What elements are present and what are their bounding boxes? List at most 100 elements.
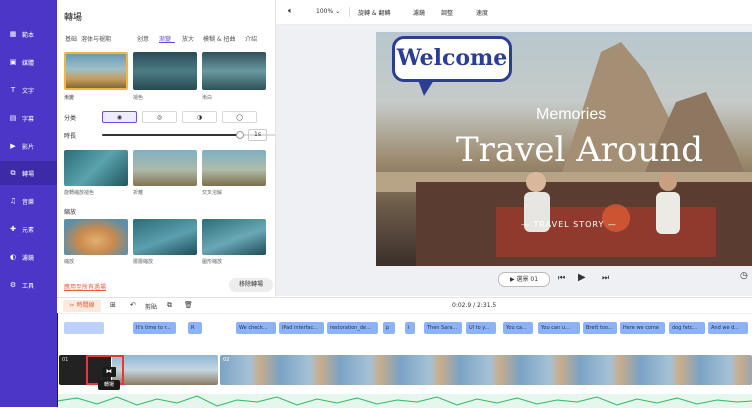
- volume-icon[interactable]: 🔈︎: [288, 6, 293, 16]
- subtitle-chip[interactable]: restoration_de...: [327, 322, 378, 334]
- video-clip[interactable]: 02: [220, 355, 752, 385]
- ruler-line: [57, 313, 752, 314]
- thumb-caption: 層層縮放: [133, 259, 154, 265]
- video-preview[interactable]: Welcome Memories Travel Around — TRAVEL …: [376, 32, 752, 266]
- transition-thumb-fade-color[interactable]: [133, 52, 197, 90]
- subtitle-chip[interactable]: It's time to r...: [133, 322, 176, 334]
- next-icon[interactable]: ⏭: [602, 273, 609, 283]
- split-button[interactable]: ✂ 時間線: [63, 300, 101, 312]
- subtitle-chip[interactable]: [64, 322, 104, 334]
- subtitle-chip[interactable]: iPad interfac...: [279, 322, 324, 334]
- transition-thumb-shape-zoom[interactable]: [202, 219, 266, 255]
- title-line-1: Memories: [536, 106, 607, 123]
- sidebar-item-filter[interactable]: ◐ 濾鏡: [0, 245, 57, 269]
- subtitle-chip[interactable]: You can u...: [538, 322, 580, 334]
- duration-value[interactable]: 1s: [248, 129, 267, 141]
- direction-option-1[interactable]: ◉: [102, 111, 137, 123]
- clock-icon[interactable]: ◷: [740, 271, 748, 281]
- transition-thumb-rotate-zoom[interactable]: [64, 150, 128, 186]
- clip-number: 01: [62, 357, 69, 363]
- tab-creative[interactable]: 创意: [137, 34, 149, 43]
- thumb-caption: 交叉溶解: [202, 190, 223, 196]
- left-sidebar: ▦ 範本 ▣ 媒體 T 文字 ▤ 字幕 ▶ 影片 ⧉ 轉場 ♫ 音樂 ✚ 元素 ◐ 濾鏡 ⚙ 工具: [0, 0, 57, 407]
- adjust-button[interactable]: 調整: [441, 8, 453, 17]
- subtitle-chip[interactable]: Here we come: [620, 322, 665, 334]
- video-clip[interactable]: [112, 355, 218, 385]
- template-icon: ▦: [9, 30, 17, 38]
- title-line-2: Travel Around: [456, 130, 704, 170]
- transition-thumb-cross-dissolve[interactable]: [202, 150, 266, 186]
- thumb-caption: 縮放: [64, 259, 75, 265]
- sidebar-item-tools[interactable]: ⚙ 工具: [0, 273, 57, 297]
- sidebar-item-media[interactable]: ▣ 媒體: [0, 50, 57, 74]
- video-icon: ▶: [10, 142, 16, 150]
- duration-label: 時長: [64, 133, 77, 140]
- sidebar-item-text[interactable]: T 文字: [0, 78, 57, 102]
- previous-icon[interactable]: ⏮: [558, 273, 565, 283]
- transition-thumb-zoom[interactable]: [64, 219, 128, 255]
- speed-button[interactable]: 速度: [476, 8, 488, 17]
- circle-icon: ◉: [116, 113, 123, 121]
- subtitle-chip[interactable]: Then Sara...: [424, 322, 462, 334]
- sidebar-item-music[interactable]: ♫ 音樂: [0, 189, 57, 213]
- rotate-flip-button[interactable]: 旋轉 & 翻轉: [358, 8, 391, 17]
- sidebar-item-elements[interactable]: ✚ 元素: [0, 217, 57, 241]
- duration-slider-handle[interactable]: [236, 131, 244, 139]
- transition-icon[interactable]: ⧓: [102, 367, 116, 377]
- thumb-caption: 折離: [133, 190, 144, 196]
- clip-number: 02: [223, 357, 230, 363]
- transition-thumb-fold[interactable]: [133, 150, 197, 186]
- divider: [349, 7, 350, 17]
- direction-label: 分类: [64, 115, 77, 122]
- tab-basic[interactable]: 基础: [65, 34, 77, 43]
- filter-button[interactable]: 濾鏡: [413, 8, 425, 17]
- direction-option-4[interactable]: ◯: [222, 111, 257, 123]
- zoom-select[interactable]: 100% ⌄: [316, 8, 340, 15]
- clip-select-button[interactable]: ▶ 選景 01: [498, 272, 550, 287]
- sidebar-item-transition[interactable]: ⧉ 轉場: [0, 161, 57, 185]
- copy-icon[interactable]: ⧉: [167, 301, 172, 310]
- subtitle-chip[interactable]: p: [383, 322, 395, 334]
- thumb-caption: 旋轉縮放褪色: [64, 190, 95, 196]
- add-icon[interactable]: ⊞: [110, 301, 116, 309]
- subtitle-chip[interactable]: i: [405, 322, 415, 334]
- text-icon: T: [10, 86, 16, 94]
- subtitle-chip[interactable]: dog fetc...: [669, 322, 705, 334]
- direction-option-3[interactable]: ◑: [182, 111, 217, 123]
- transition-thumb-layer-zoom[interactable]: [133, 219, 197, 255]
- thumb-caption: 漸變: [64, 95, 75, 101]
- media-icon: ▣: [9, 58, 17, 66]
- direction-option-2[interactable]: ◎: [142, 111, 177, 123]
- subtitle-chip[interactable]: And we d...: [708, 322, 748, 334]
- tab-zoom[interactable]: 放大: [182, 34, 194, 43]
- remove-transition-button[interactable]: 移除轉場: [229, 278, 273, 292]
- subtitle-chip[interactable]: You ca...: [503, 322, 533, 334]
- thumb-caption: 漸白: [202, 95, 213, 101]
- undo-icon[interactable]: ↶: [130, 301, 136, 309]
- subtitle-chip[interactable]: Brett too...: [583, 322, 617, 334]
- tools-icon: ⚙: [9, 281, 17, 289]
- delete-icon[interactable]: 🗑︎: [184, 301, 193, 309]
- audio-waveform: [57, 394, 752, 408]
- transition-thumb-fade-white[interactable]: [202, 52, 266, 90]
- tab-dissolve[interactable]: 溶体与褪期: [81, 34, 111, 43]
- welcome-text: Welcome: [396, 45, 508, 71]
- chevron-down-icon: ⌄: [335, 8, 341, 15]
- tab-intro[interactable]: 介绍: [245, 34, 257, 43]
- tab-blur[interactable]: 模糊 & 扭曲: [203, 34, 236, 43]
- subtitle-chip[interactable]: R: [188, 322, 202, 334]
- subtitle-chip[interactable]: We check...: [236, 322, 276, 334]
- apply-all-link[interactable]: 應用至所有過場: [64, 282, 106, 291]
- thumb-caption: 圖形縮放: [202, 259, 223, 265]
- transition-thumb-fade[interactable]: [64, 52, 128, 90]
- playhead[interactable]: [57, 313, 58, 407]
- play-icon[interactable]: ▶: [578, 272, 586, 283]
- cut-button[interactable]: 剪貼: [145, 302, 157, 311]
- top-toolbar: 🔈︎ 100% ⌄ 旋轉 & 翻轉 濾鏡 調整 速度: [276, 0, 752, 25]
- duration-slider-track[interactable]: [102, 134, 239, 136]
- sidebar-item-video[interactable]: ▶ 影片: [0, 134, 57, 158]
- transition-tooltip: 轉場: [98, 380, 120, 390]
- sidebar-item-subtitle[interactable]: ▤ 字幕: [0, 106, 57, 130]
- subtitle-chip[interactable]: Ul to y...: [466, 322, 496, 334]
- sidebar-item-template[interactable]: ▦ 範本: [0, 22, 57, 46]
